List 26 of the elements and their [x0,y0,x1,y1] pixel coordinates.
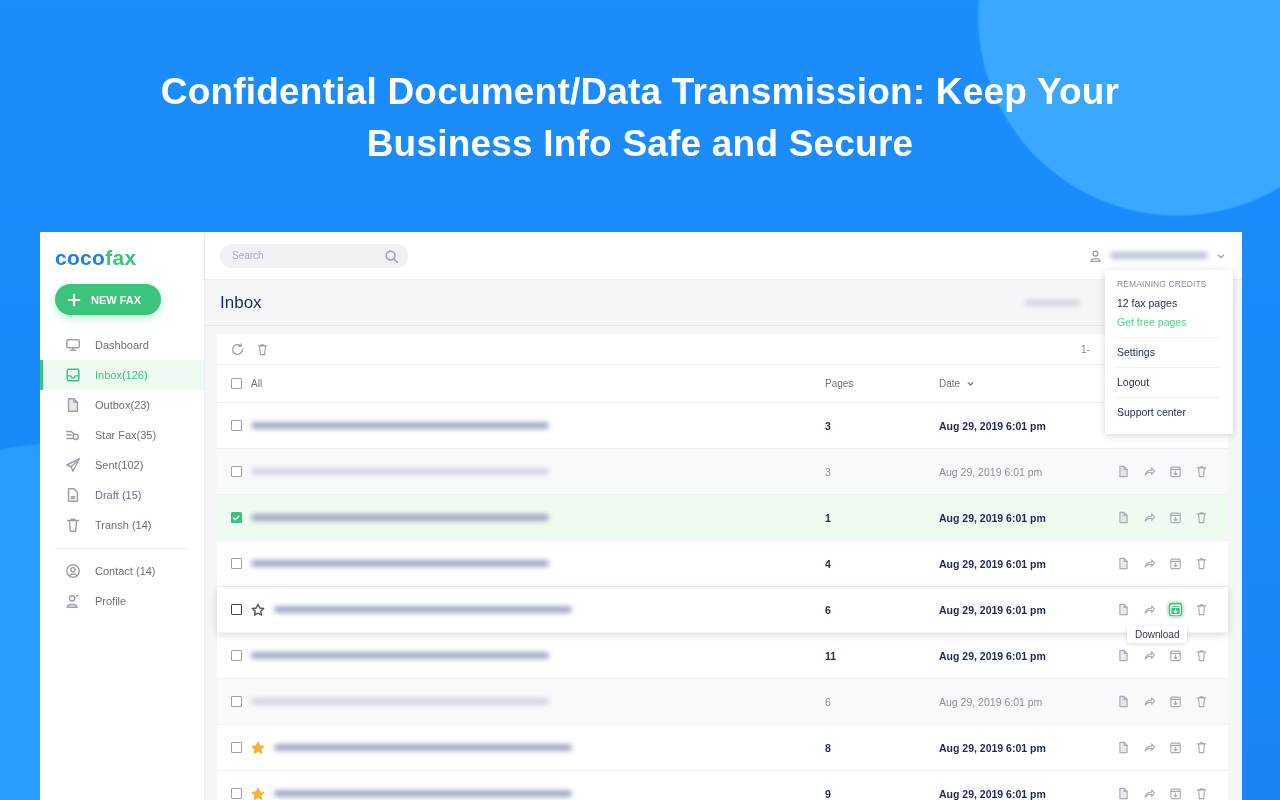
pages-cell-text: 3 [825,419,832,432]
pages-cell-text: 6 [825,603,832,616]
date-cell-text: Aug 29, 2019 6:01 pm [939,695,1044,708]
date-cell-text: Aug 29, 2019 6:01 pm [939,511,1047,524]
pages-cell-text: 11 [825,649,838,662]
pages-cell-text: 4 [825,557,832,570]
page-title: Inbox [220,292,262,313]
pages-cell-text: 8 [825,741,832,754]
tooltip: Download [1127,626,1188,643]
logo: cocofax [55,246,138,270]
pages-cell-text: 6 [825,695,832,708]
pagination-text: 1- [1081,343,1090,355]
date-cell-text: Aug 29, 2019 6:01 pm [939,419,1047,432]
credits-label: REMAINING CREDITS [1117,279,1208,289]
date-cell-text: Aug 29, 2019 6:01 pm [939,557,1047,570]
credits-text: 12 fax pages [1117,297,1179,309]
pages-cell-text: 1 [825,511,832,524]
date-cell-text: Aug 29, 2019 6:01 pm [939,465,1044,478]
date-cell-text: Aug 29, 2019 6:01 pm [939,603,1047,616]
date-cell-text: Aug 29, 2019 6:01 pm [939,649,1047,662]
date-cell-text: Aug 29, 2019 6:01 pm [939,741,1047,754]
pages-cell-text: 9 [825,787,832,800]
select-all-label: All [251,378,263,389]
pages-cell-text: 3 [825,465,832,478]
headline: Confidential Document/Data Transmission: Keep Your Business Info Safe and Secure [159,70,1121,166]
date-cell-text: Aug 29, 2019 6:01 pm [939,787,1047,800]
